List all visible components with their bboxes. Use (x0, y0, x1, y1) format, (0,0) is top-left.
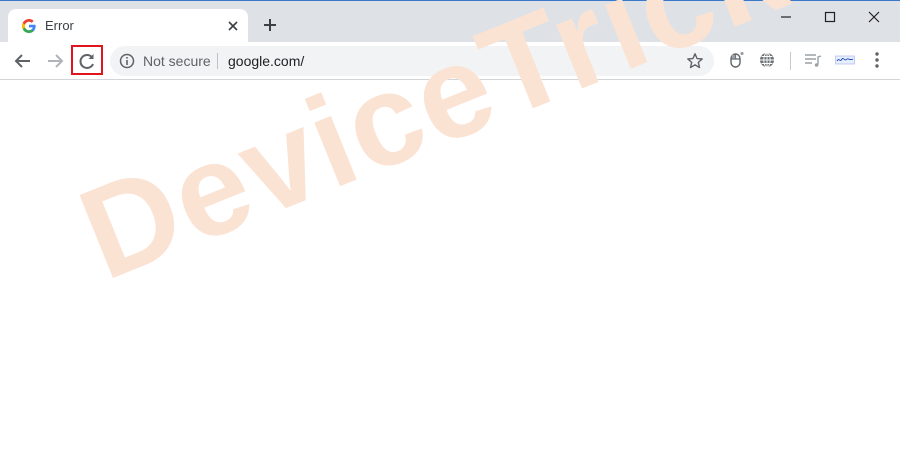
tab-title: Error (45, 18, 74, 33)
url-text[interactable]: google.com/ (228, 53, 304, 69)
globe-extension-icon[interactable] (757, 50, 777, 70)
reload-highlight-box (71, 45, 103, 75)
close-tab-icon[interactable] (226, 19, 240, 33)
extensions-divider (790, 52, 791, 70)
omnibox-divider (217, 53, 218, 69)
new-tab-icon[interactable] (262, 17, 278, 33)
security-label[interactable]: Not secure (143, 53, 211, 69)
forward-arrow-icon[interactable] (44, 50, 66, 72)
back-arrow-icon[interactable] (12, 50, 34, 72)
google-favicon-icon (22, 19, 36, 33)
signature-extension-icon[interactable] (835, 50, 855, 70)
browser-tab[interactable]: Error (8, 9, 248, 43)
more-menu-icon[interactable] (867, 50, 887, 70)
playlist-extension-icon[interactable] (803, 50, 823, 70)
close-window-icon[interactable] (866, 9, 882, 25)
info-icon[interactable] (119, 53, 135, 69)
